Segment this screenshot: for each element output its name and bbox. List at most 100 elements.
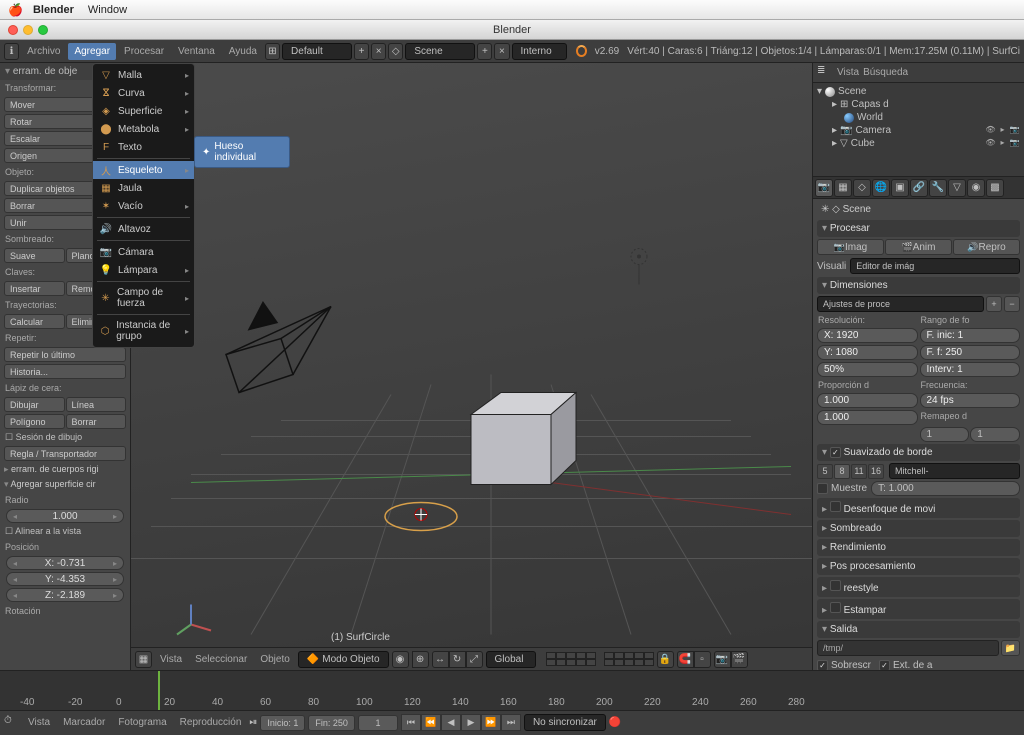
menu-item-lámpara[interactable]: 💡Lámpara bbox=[93, 261, 194, 279]
tab-scene[interactable]: ◇ bbox=[853, 179, 871, 197]
res-pct-field[interactable]: 50% bbox=[817, 362, 918, 377]
linea-button[interactable]: Línea bbox=[66, 397, 127, 412]
panel-freestyle[interactable]: reestyle bbox=[817, 577, 1020, 597]
panel-postproc[interactable]: Pos procesamiento bbox=[817, 558, 1020, 575]
res-x-field[interactable]: X: 1920 bbox=[817, 328, 918, 343]
menu-agregar[interactable]: Agregar bbox=[68, 43, 116, 60]
menu-item-jaula[interactable]: ▦Jaula bbox=[93, 179, 194, 197]
aa-11[interactable]: 11 bbox=[851, 464, 867, 479]
current-frame-field[interactable]: 1 bbox=[358, 715, 398, 731]
tl-fotograma[interactable]: Fotograma bbox=[113, 714, 171, 731]
pivot-buttons[interactable]: ⊕ bbox=[412, 651, 429, 668]
panel-procesar[interactable]: Procesar bbox=[817, 220, 1020, 237]
outliner-editor-icon[interactable]: ≣ bbox=[817, 65, 833, 81]
outliner-busqueda[interactable]: Búsqueda bbox=[863, 67, 908, 78]
menu-archivo[interactable]: Archivo bbox=[21, 43, 66, 60]
cuerpos-panel[interactable]: erram. de cuerpos rigi bbox=[0, 462, 130, 477]
shading-icon[interactable]: ◉ bbox=[392, 651, 409, 668]
panel-motionblur[interactable]: Desenfoque de movi bbox=[817, 498, 1020, 518]
menu-item-campo-de-fuerza[interactable]: ✳Campo de fuerza bbox=[93, 284, 194, 312]
radio-field[interactable]: 1.000 bbox=[6, 509, 124, 523]
layout-del-icon[interactable]: × bbox=[371, 43, 386, 60]
tab-world[interactable]: 🌐 bbox=[872, 179, 890, 197]
snap-type-icon[interactable]: ▫ bbox=[694, 651, 711, 668]
panel-stamp[interactable]: Estampar bbox=[817, 599, 1020, 619]
snap-icon[interactable]: 🧲 bbox=[677, 651, 694, 668]
tab-object[interactable]: ▣ bbox=[891, 179, 909, 197]
lock-camera-icon[interactable]: 🔒 bbox=[657, 651, 674, 668]
aspect-x-field[interactable]: 1.000 bbox=[817, 393, 918, 408]
layers-grid[interactable] bbox=[546, 652, 596, 666]
scene-browse-icon[interactable]: ◇ bbox=[388, 43, 403, 60]
outliner-world[interactable]: World bbox=[815, 111, 1022, 124]
play-icon[interactable]: ▶ bbox=[461, 714, 481, 731]
outliner-vista[interactable]: Vista bbox=[837, 67, 859, 78]
v3d-seleccionar[interactable]: Seleccionar bbox=[190, 651, 252, 668]
layers-grid-2[interactable] bbox=[604, 652, 654, 666]
frame-start-field[interactable]: F. inic: 1 bbox=[920, 328, 1021, 343]
timeline-editor-icon[interactable]: ⏱ bbox=[4, 715, 20, 731]
remap-new[interactable]: 1 bbox=[970, 427, 1020, 442]
panel-performance[interactable]: Rendimiento bbox=[817, 539, 1020, 556]
tab-data[interactable]: ▽ bbox=[948, 179, 966, 197]
engine-dropdown[interactable]: Interno bbox=[512, 43, 567, 60]
close-icon[interactable] bbox=[8, 25, 18, 35]
menu-procesar[interactable]: Procesar bbox=[118, 43, 170, 60]
orientation-dropdown[interactable]: Global bbox=[486, 651, 536, 668]
menu-item-esqueleto[interactable]: 人Esqueleto bbox=[93, 161, 194, 179]
mac-app-name[interactable]: Blender bbox=[33, 4, 74, 16]
menu-item-instancia-de-grupo[interactable]: ⬡Instancia de grupo bbox=[93, 317, 194, 345]
remap-old[interactable]: 1 bbox=[920, 427, 970, 442]
v3d-objeto[interactable]: Objeto bbox=[255, 651, 294, 668]
menu-item-cámara[interactable]: 📷Cámara bbox=[93, 243, 194, 261]
outliner-cube[interactable]: ▸▽Cube👁▸📷 bbox=[815, 137, 1022, 150]
render-anim-icon[interactable]: 🎬 bbox=[731, 651, 748, 668]
scene-del-icon[interactable]: × bbox=[494, 43, 509, 60]
outliner-capas[interactable]: ▸⊞Capas d bbox=[815, 98, 1022, 111]
menu-item-vacío[interactable]: ✶Vacío bbox=[93, 197, 194, 215]
render-preview-icon[interactable]: 📷 bbox=[714, 651, 731, 668]
editor-type-icon[interactable]: ℹ bbox=[4, 43, 19, 60]
scene-dropdown[interactable]: Scene bbox=[405, 43, 475, 60]
menu-ventana[interactable]: Ventana bbox=[172, 43, 221, 60]
frame-step-field[interactable]: Interv: 1 bbox=[920, 362, 1021, 377]
autokey-icon[interactable]: 🔴 bbox=[609, 717, 621, 728]
layout-add-icon[interactable]: + bbox=[354, 43, 369, 60]
aa-16[interactable]: 16 bbox=[868, 464, 884, 479]
zoom-icon[interactable] bbox=[38, 25, 48, 35]
agregar-sup-panel[interactable]: Agregar superficie cir bbox=[0, 477, 130, 492]
tab-render[interactable]: 📷 bbox=[815, 179, 833, 197]
tl-vista[interactable]: Vista bbox=[23, 714, 55, 731]
layout-browse-icon[interactable]: ⊞ bbox=[265, 43, 280, 60]
render-audio-button[interactable]: 🔊Repro bbox=[953, 239, 1020, 255]
panel-output[interactable]: Salida bbox=[817, 621, 1020, 638]
poligono-button[interactable]: Polígono bbox=[4, 414, 65, 429]
layout-dropdown[interactable]: Default bbox=[282, 43, 352, 60]
regla-button[interactable]: Regla / Transportador bbox=[4, 446, 126, 461]
calcular-button[interactable]: Calcular bbox=[4, 314, 65, 329]
menu-item-superficie[interactable]: ◈Superficie bbox=[93, 102, 194, 120]
filter-dropdown[interactable]: Mitchell- bbox=[889, 463, 1020, 479]
use-range-icon[interactable]: ⏯ bbox=[249, 717, 257, 728]
tab-constraints[interactable]: 🔗 bbox=[910, 179, 928, 197]
keyframe-prev-icon[interactable]: ⏪ bbox=[421, 714, 441, 731]
hueso-individual-item[interactable]: ✦ Hueso individual bbox=[196, 138, 288, 166]
menu-item-metabola[interactable]: ⬤Metabola bbox=[93, 120, 194, 138]
output-path-field[interactable]: /tmp/ bbox=[817, 640, 999, 656]
v3d-vista[interactable]: Vista bbox=[155, 651, 187, 668]
res-y-field[interactable]: Y: 1080 bbox=[817, 345, 918, 360]
menu-item-curva[interactable]: ⴵCurva bbox=[93, 84, 194, 102]
panel-aa[interactable]: ✓ Suavizado de borde bbox=[817, 444, 1020, 461]
frame-end-field[interactable]: F. f: 250 bbox=[920, 345, 1021, 360]
render-anim-button[interactable]: 🎬Anim bbox=[885, 239, 952, 255]
keyframe-next-icon[interactable]: ⏩ bbox=[481, 714, 501, 731]
tl-marcador[interactable]: Marcador bbox=[58, 714, 110, 731]
tab-texture[interactable]: ▩ bbox=[986, 179, 1004, 197]
outliner-camera[interactable]: ▸📷Camera👁▸📷 bbox=[815, 124, 1022, 137]
panel-dimensiones[interactable]: Dimensiones bbox=[817, 277, 1020, 294]
output-browse-icon[interactable]: 📁 bbox=[1001, 640, 1020, 656]
menu-item-texto[interactable]: FTexto bbox=[93, 138, 194, 156]
suave-button[interactable]: Suave bbox=[4, 248, 65, 263]
menu-item-altavoz[interactable]: 🔊Altavoz bbox=[93, 220, 194, 238]
alinear-checkbox[interactable]: Alinear a la vista bbox=[0, 524, 130, 539]
